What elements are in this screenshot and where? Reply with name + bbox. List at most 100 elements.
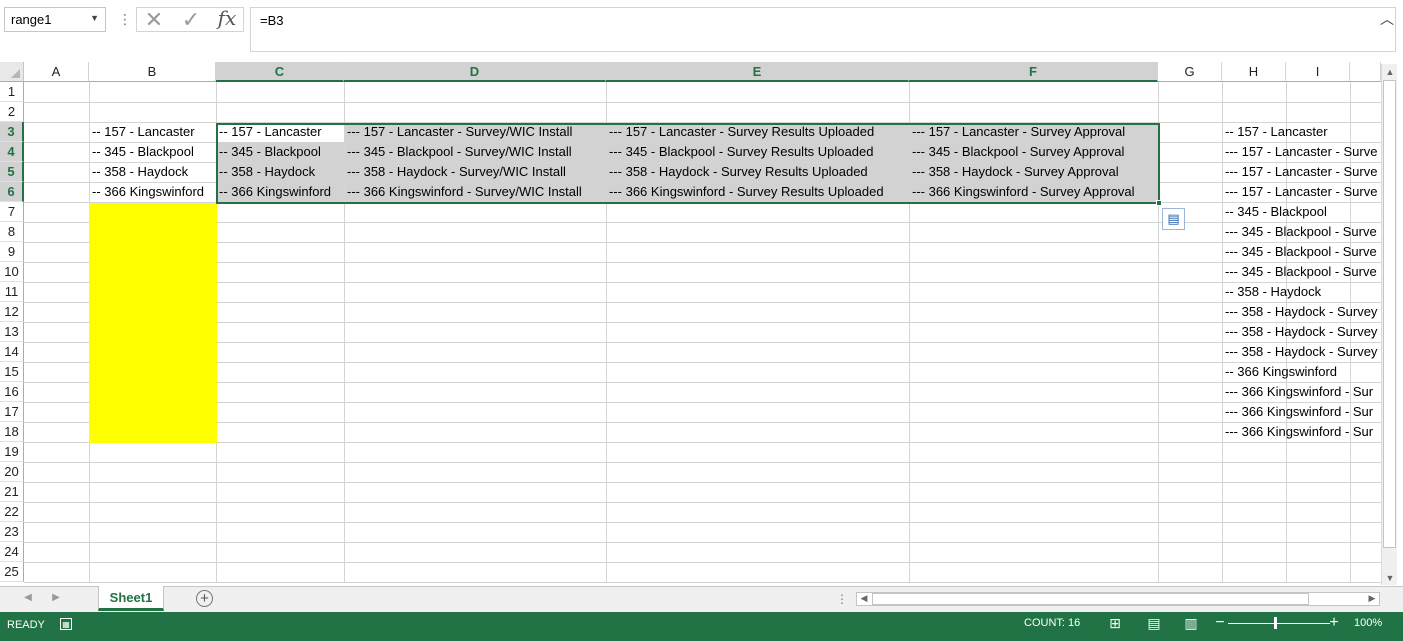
cell-b5[interactable]: -- 358 - Haydock (90, 162, 216, 182)
more-options-icon[interactable]: ⋮ (118, 12, 132, 28)
cell-h10[interactable]: --- 345 - Blackpool - Surve (1223, 262, 1381, 282)
quick-analysis-icon[interactable]: ▤ (1162, 208, 1185, 230)
fill-handle[interactable] (1156, 200, 1162, 206)
column-header-e[interactable]: E (606, 62, 909, 82)
scroll-left-icon[interactable]: ◀ (856, 591, 872, 605)
row-header-25[interactable]: 25 (0, 562, 24, 582)
gridline-row-25 (24, 582, 1381, 583)
cell-h12[interactable]: --- 358 - Haydock - Survey (1223, 302, 1381, 322)
macro-recording-icon[interactable]: ▦ (60, 618, 72, 630)
row-header-20[interactable]: 20 (0, 462, 24, 482)
row-header-12[interactable]: 12 (0, 302, 24, 322)
cell-h11[interactable]: -- 358 - Haydock (1223, 282, 1381, 302)
page-break-view-icon[interactable]: ▥ (1183, 615, 1199, 631)
collapse-formula-bar-icon[interactable]: ︿ (1378, 9, 1396, 27)
row-header-14[interactable]: 14 (0, 342, 24, 362)
row-header-7[interactable]: 7 (0, 202, 24, 222)
row-header-8[interactable]: 8 (0, 222, 24, 242)
row-header-16[interactable]: 16 (0, 382, 24, 402)
cell-h18[interactable]: --- 366 Kingswinford - Sur (1223, 422, 1381, 442)
column-header-h[interactable]: H (1222, 62, 1286, 82)
row-header-4[interactable]: 4 (0, 142, 24, 162)
enter-check-icon[interactable]: ✓ (180, 7, 202, 32)
column-header-b[interactable]: B (89, 62, 216, 82)
row-header-10[interactable]: 10 (0, 262, 24, 282)
cell-h14[interactable]: --- 358 - Haydock - Survey (1223, 342, 1381, 362)
cell-h15[interactable]: -- 366 Kingswinford (1223, 362, 1381, 382)
column-header-a[interactable]: A (24, 62, 89, 82)
zoom-slider[interactable] (1228, 623, 1330, 624)
gridline-row-11 (24, 302, 1381, 303)
gridline-row-23 (24, 542, 1381, 543)
row-header-6[interactable]: 6 (0, 182, 24, 202)
row-header-2[interactable]: 2 (0, 102, 24, 122)
zoom-slider-knob[interactable] (1274, 617, 1277, 629)
cell-h5[interactable]: --- 157 - Lancaster - Surve (1223, 162, 1381, 182)
zoom-level[interactable]: 100% (1354, 617, 1382, 629)
cell-h9[interactable]: --- 345 - Blackpool - Surve (1223, 242, 1381, 262)
chevron-down-icon[interactable]: ▼ (90, 13, 99, 23)
column-header-f[interactable]: F (909, 62, 1158, 82)
name-box[interactable]: range1 ▼ (4, 7, 106, 32)
gridline-row-13 (24, 342, 1381, 343)
cell-b3[interactable]: -- 157 - Lancaster (90, 122, 216, 142)
name-box-value: range1 (11, 12, 52, 27)
column-header-g[interactable]: G (1158, 62, 1222, 82)
gridline-row-9 (24, 262, 1381, 263)
tab-scroll-right-icon[interactable]: ▶ (50, 591, 62, 605)
cell-h16[interactable]: --- 366 Kingswinford - Sur (1223, 382, 1381, 402)
cell-h8[interactable]: --- 345 - Blackpool - Surve (1223, 222, 1381, 242)
horizontal-scroll-thumb[interactable] (872, 593, 1309, 605)
scroll-right-icon[interactable]: ▶ (1364, 591, 1380, 605)
cell-h13[interactable]: --- 358 - Haydock - Survey (1223, 322, 1381, 342)
column-header-c[interactable]: C (216, 62, 344, 82)
sheet-tab-sheet1[interactable]: Sheet1 (98, 586, 164, 611)
row-header-18[interactable]: 18 (0, 422, 24, 442)
column-header-i[interactable]: I (1286, 62, 1350, 82)
row-header-24[interactable]: 24 (0, 542, 24, 562)
row-header-9[interactable]: 9 (0, 242, 24, 262)
zoom-out-icon[interactable]: − (1214, 614, 1226, 632)
cell-h7[interactable]: -- 345 - Blackpool (1223, 202, 1381, 222)
cell-h4[interactable]: --- 157 - Lancaster - Surve (1223, 142, 1381, 162)
insert-function-icon[interactable]: fx (214, 6, 240, 31)
row-header-22[interactable]: 22 (0, 502, 24, 522)
gridline-row-19 (24, 462, 1381, 463)
row-header-3[interactable]: 3 (0, 122, 24, 142)
tab-split-handle-icon[interactable]: ⋮ (836, 590, 848, 608)
cell-b4[interactable]: -- 345 - Blackpool (90, 142, 216, 162)
row-header-17[interactable]: 17 (0, 402, 24, 422)
gridline-row-20 (24, 482, 1381, 483)
select-all-corner[interactable] (0, 62, 24, 82)
row-header-21[interactable]: 21 (0, 482, 24, 502)
row-header-19[interactable]: 19 (0, 442, 24, 462)
normal-view-icon[interactable]: ⊞ (1107, 615, 1123, 631)
cell-h17[interactable]: --- 366 Kingswinford - Sur (1223, 402, 1381, 422)
cell-b6[interactable]: -- 366 Kingswinford (90, 182, 216, 202)
scroll-down-icon[interactable]: ▼ (1382, 570, 1398, 586)
gridline-row-15 (24, 382, 1381, 383)
column-header-d[interactable]: D (344, 62, 606, 82)
zoom-in-icon[interactable]: + (1328, 614, 1340, 632)
new-sheet-plus-icon[interactable]: + (196, 590, 213, 607)
select-all-triangle-icon (11, 69, 20, 78)
tab-scroll-left-icon[interactable]: ◀ (22, 591, 34, 605)
cell-h6[interactable]: --- 157 - Lancaster - Surve (1223, 182, 1381, 202)
column-header-overflow (1350, 62, 1381, 82)
row-header-5[interactable]: 5 (0, 162, 24, 182)
row-header-11[interactable]: 11 (0, 282, 24, 302)
formula-input[interactable]: =B3 (250, 7, 1396, 52)
cancel-icon[interactable]: ✕ (143, 7, 165, 32)
gridline-row-16 (24, 402, 1381, 403)
page-layout-view-icon[interactable]: ▤ (1146, 615, 1162, 631)
row-header-23[interactable]: 23 (0, 522, 24, 542)
row-header-13[interactable]: 13 (0, 322, 24, 342)
gridline-row-1 (24, 102, 1381, 103)
row-header-1[interactable]: 1 (0, 82, 24, 102)
vertical-scroll-thumb[interactable] (1383, 80, 1396, 548)
yellow-filled-range (89, 203, 217, 443)
scroll-up-icon[interactable]: ▲ (1382, 64, 1398, 80)
row-header-15[interactable]: 15 (0, 362, 24, 382)
selection-border (216, 123, 1160, 204)
cell-h3[interactable]: -- 157 - Lancaster (1223, 122, 1381, 142)
